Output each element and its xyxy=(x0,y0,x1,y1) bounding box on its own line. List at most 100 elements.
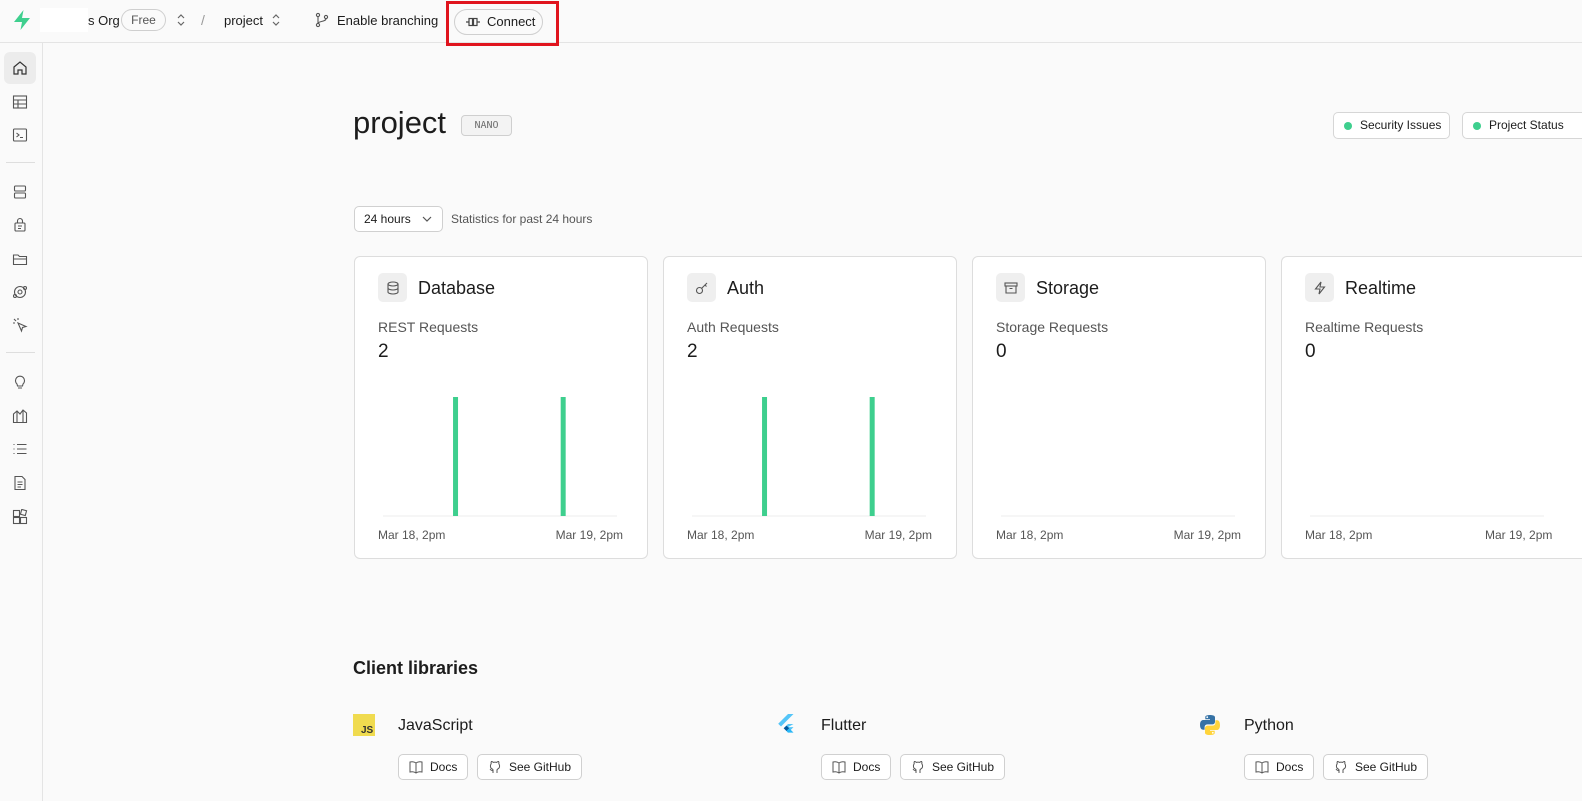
metric-value: 0 xyxy=(1305,341,1316,362)
project-status-label: Project Status xyxy=(1489,118,1564,132)
zap-icon xyxy=(1313,281,1326,294)
sidebar-divider xyxy=(6,352,35,353)
realtime-icon xyxy=(13,318,28,333)
metric-label: REST Requests xyxy=(378,319,479,335)
chart-date-start: Mar 18, 2pm xyxy=(1305,528,1373,542)
card-title: Auth xyxy=(727,278,765,298)
security-issues-button[interactable]: Security Issues xyxy=(1333,112,1450,139)
supabase-logo-icon[interactable] xyxy=(10,8,34,32)
project-status-button[interactable]: Project Status xyxy=(1462,112,1582,139)
logs-icon xyxy=(13,443,27,455)
sidebar-divider xyxy=(6,162,35,163)
library-javascript: JS JavaScript Docs See GitHub xyxy=(353,712,653,792)
chart-date-end: Mar 19, 2pm xyxy=(555,528,623,542)
github-label: See GitHub xyxy=(932,760,995,774)
sidebar-item-realtime[interactable] xyxy=(4,309,36,341)
status-dot xyxy=(1473,122,1481,130)
docs-button[interactable]: Docs xyxy=(1244,754,1315,780)
card-icon-box xyxy=(996,273,1025,302)
library-name: Python xyxy=(1244,717,1294,734)
enable-branching-button[interactable]: Enable branching xyxy=(337,13,438,28)
home-icon xyxy=(13,61,27,75)
integrations-icon xyxy=(12,509,28,525)
realtime-card[interactable]: Realtime Realtime Requests 0 Mar 18, 2pm… xyxy=(1281,256,1582,559)
status-dot xyxy=(1344,122,1352,130)
sql-editor-icon xyxy=(12,128,28,142)
github-button[interactable]: See GitHub xyxy=(1323,754,1429,780)
sidebar-item-storage[interactable] xyxy=(4,243,36,275)
auth-card[interactable]: Auth Auth Requests 2 Mar 18, 2pm Mar 19,… xyxy=(663,256,957,559)
redacted-org-block xyxy=(40,8,88,32)
chart-bar[interactable] xyxy=(762,397,768,516)
sidebar-item-home[interactable] xyxy=(4,52,36,84)
sidebar xyxy=(0,43,43,801)
library-python: Python Docs See GitHub xyxy=(1199,712,1499,792)
card-title: Storage xyxy=(1036,278,1100,298)
chevron-down-icon xyxy=(422,216,432,222)
chart-bar[interactable] xyxy=(869,397,875,516)
chart-date-end: Mar 19, 2pm xyxy=(1173,528,1241,542)
svg-text:JS: JS xyxy=(361,725,374,736)
card-icon-box xyxy=(378,273,407,302)
card-title: Realtime xyxy=(1345,278,1417,298)
sidebar-item-database[interactable] xyxy=(4,176,36,208)
github-icon xyxy=(489,760,501,773)
time-range-value: 24 hours xyxy=(364,212,411,226)
library-name: Flutter xyxy=(821,717,867,734)
metric-label: Storage Requests xyxy=(996,319,1109,335)
sidebar-item-sql-editor[interactable] xyxy=(4,119,36,151)
chart-bar[interactable] xyxy=(453,397,459,516)
storage-requests-chart xyxy=(1001,515,1235,517)
connect-button[interactable]: Connect xyxy=(454,9,543,35)
library-name: JavaScript xyxy=(398,717,473,734)
key-icon xyxy=(695,282,707,294)
metric-value: 0 xyxy=(996,341,1007,362)
github-label: See GitHub xyxy=(1355,760,1418,774)
sidebar-item-integrations[interactable] xyxy=(4,501,36,533)
top-bar: s Org Free / project Enable branching Co… xyxy=(0,0,1582,46)
plug-icon xyxy=(466,17,480,27)
chart-date-start: Mar 18, 2pm xyxy=(687,528,755,542)
time-range-select[interactable]: 24 hours xyxy=(354,206,443,232)
chart-date-end: Mar 19, 2pm xyxy=(864,528,932,542)
edge-functions-icon xyxy=(12,285,28,299)
connect-highlight: Connect xyxy=(446,1,559,46)
auth-requests-chart xyxy=(692,397,926,517)
project-switcher-chevron-icon[interactable] xyxy=(271,12,281,28)
sidebar-item-edge-functions[interactable] xyxy=(4,276,36,308)
breadcrumb-separator: / xyxy=(201,12,205,28)
docs-label: Docs xyxy=(853,760,881,774)
metric-label: Auth Requests xyxy=(687,319,779,335)
storage-card[interactable]: Storage Storage Requests 0 Mar 18, 2pm M… xyxy=(972,256,1266,559)
archive-icon xyxy=(1003,281,1018,294)
sidebar-item-advisors[interactable] xyxy=(4,366,36,398)
sidebar-item-table-editor[interactable] xyxy=(4,86,36,118)
github-button[interactable]: See GitHub xyxy=(900,754,1006,780)
api-docs-icon xyxy=(14,475,26,491)
sidebar-item-reports[interactable] xyxy=(4,400,36,432)
docs-label: Docs xyxy=(1276,760,1304,774)
sidebar-item-auth[interactable] xyxy=(4,209,36,241)
card-title: Database xyxy=(418,278,496,298)
docs-button[interactable]: Docs xyxy=(398,754,469,780)
metric-value: 2 xyxy=(687,341,698,362)
database-icon xyxy=(386,280,399,295)
storage-icon xyxy=(12,254,28,266)
chart-bar[interactable] xyxy=(560,397,566,516)
python-logo-icon xyxy=(1200,715,1220,735)
project-name[interactable]: project xyxy=(224,13,263,28)
metric-value: 2 xyxy=(378,341,389,362)
git-branch-icon xyxy=(315,12,329,28)
database-icon xyxy=(13,185,27,199)
database-card[interactable]: Database REST Requests 2 Mar 18, 2pm Mar… xyxy=(354,256,648,559)
org-switcher-chevron-icon[interactable] xyxy=(176,12,186,28)
chart-date-start: Mar 18, 2pm xyxy=(996,528,1064,542)
github-label: See GitHub xyxy=(509,760,572,774)
sidebar-item-api-docs[interactable] xyxy=(4,467,36,499)
org-name[interactable]: s Org xyxy=(88,13,120,28)
docs-button[interactable]: Docs xyxy=(821,754,892,780)
sidebar-item-logs[interactable] xyxy=(4,433,36,465)
github-icon xyxy=(1335,760,1347,773)
github-button[interactable]: See GitHub xyxy=(477,754,583,780)
plan-badge: Free xyxy=(121,9,166,31)
